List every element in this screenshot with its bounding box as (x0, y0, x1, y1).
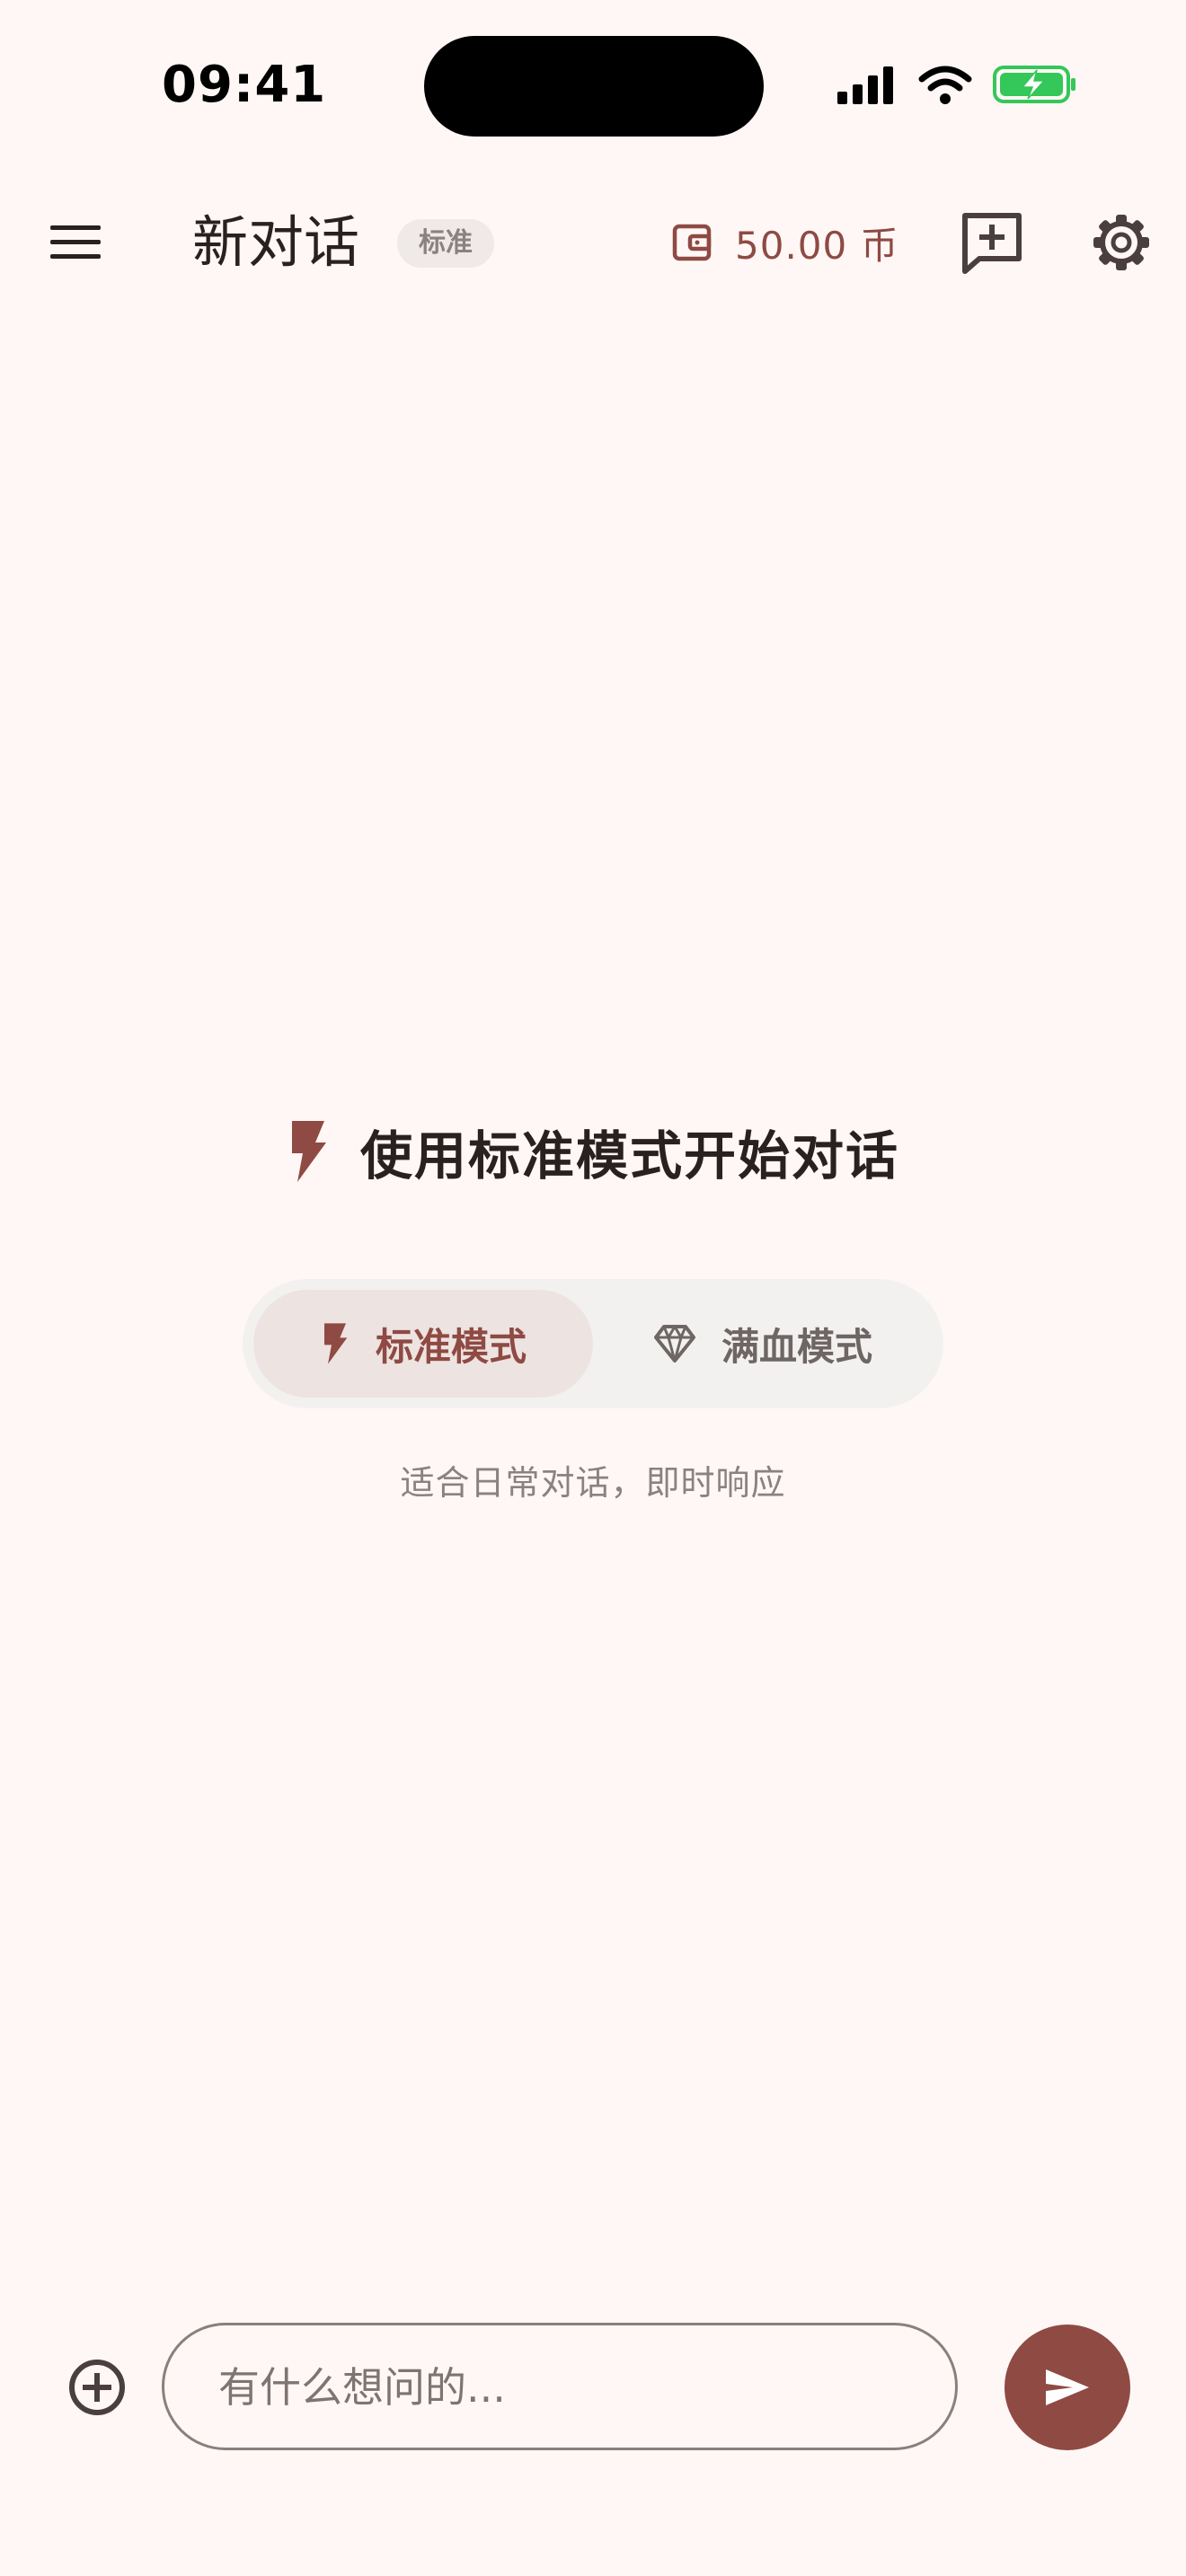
dynamic-island (424, 36, 764, 137)
wallet-icon (672, 224, 712, 261)
add-chat-icon (962, 213, 1022, 274)
mode-badge: 标准 (397, 219, 494, 268)
diamond-icon (653, 1325, 695, 1363)
standard-mode-option[interactable]: 标准模式 (253, 1290, 593, 1398)
attach-button[interactable] (63, 2353, 131, 2422)
welcome-message: 使用标准模式开始对话 (0, 1114, 1186, 1189)
signal-icon (837, 66, 893, 104)
gear-icon (1093, 215, 1149, 270)
balance-button[interactable]: 50.00 币 (670, 212, 899, 273)
settings-button[interactable] (1091, 212, 1152, 273)
full-mode-label: 满血模式 (721, 1324, 872, 1369)
wifi-icon (918, 66, 972, 104)
message-input[interactable] (217, 2325, 921, 2449)
new-chat-button[interactable] (960, 210, 1024, 275)
send-button[interactable] (1005, 2325, 1130, 2450)
battery-icon (993, 66, 1075, 103)
screen: 09:41 新对话 标准 50.00 币 使用标准模式开始对话 标准模式 满血模… (0, 0, 1186, 2576)
menu-icon (50, 225, 101, 259)
status-time: 09:41 (162, 56, 327, 114)
status-icons (836, 63, 1078, 106)
bolt-icon (291, 1121, 326, 1182)
send-icon (1046, 2369, 1089, 2405)
app-header: 新对话 标准 50.00 币 (0, 198, 1186, 287)
add-circle-icon (69, 2360, 125, 2415)
page-title: 新对话 (192, 209, 360, 275)
bolt-icon (323, 1323, 348, 1364)
mode-description: 适合日常对话，即时响应 (400, 1463, 786, 1503)
message-input-container (162, 2323, 958, 2450)
full-mode-option[interactable]: 满血模式 (593, 1290, 933, 1398)
menu-button[interactable] (40, 214, 111, 271)
standard-mode-label: 标准模式 (375, 1324, 527, 1369)
mode-switch: 标准模式 满血模式 (243, 1279, 943, 1408)
balance-amount: 50.00 币 (735, 223, 899, 268)
welcome-text: 使用标准模式开始对话 (359, 1125, 899, 1187)
